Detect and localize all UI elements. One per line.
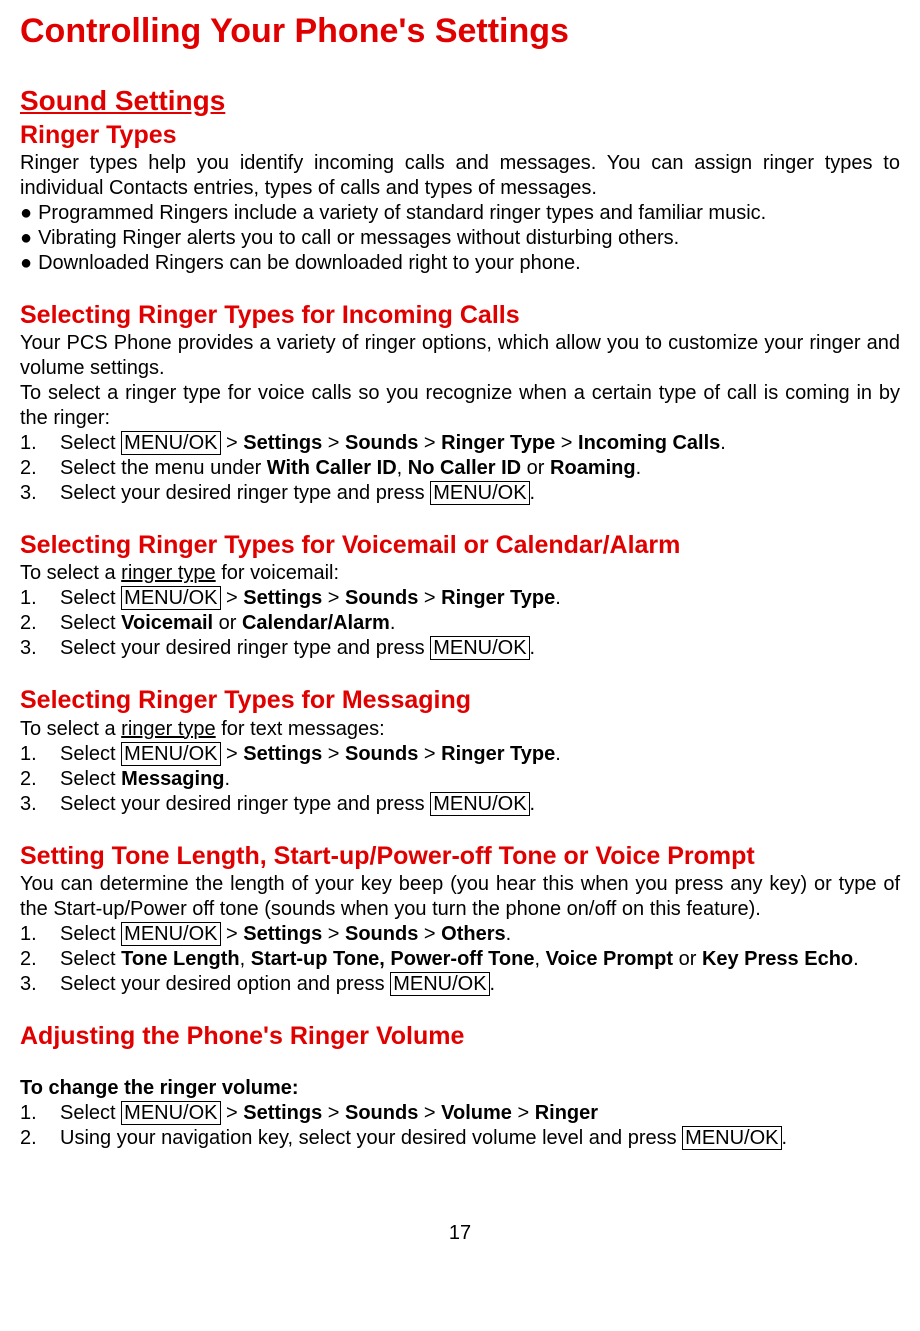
list-number: 2.	[20, 611, 60, 636]
messaging-heading: Selecting Ringer Types for Messaging	[20, 685, 900, 716]
list-number: 1.	[20, 742, 60, 767]
list-number: 2.	[20, 767, 60, 792]
list-number: 2.	[20, 1126, 60, 1151]
list-text: Select MENU/OK > Settings > Sounds > Rin…	[60, 431, 900, 456]
list-text: Select your desired option and press MEN…	[60, 972, 900, 997]
list-number: 3.	[20, 636, 60, 661]
volume-sub: To change the ringer volume:	[20, 1076, 900, 1101]
list-item: 2. Select Voicemail or Calendar/Alarm.	[20, 611, 900, 636]
incoming-calls-p2: To select a ringer type for voice calls …	[20, 381, 900, 431]
list-item: 3. Select your desired option and press …	[20, 972, 900, 997]
list-number: 1.	[20, 922, 60, 947]
list-text: Select Voicemail or Calendar/Alarm.	[60, 611, 900, 636]
menu-key: MENU/OK	[430, 792, 529, 816]
list-text: Select MENU/OK > Settings > Sounds > Rin…	[60, 742, 900, 767]
list-text: Select your desired ringer type and pres…	[60, 481, 900, 506]
list-number: 3.	[20, 972, 60, 997]
list-number: 1.	[20, 586, 60, 611]
list-text: Select your desired ringer type and pres…	[60, 792, 900, 817]
list-text: Select MENU/OK > Settings > Sounds > Oth…	[60, 922, 900, 947]
list-item: 1. Select MENU/OK > Settings > Sounds > …	[20, 922, 900, 947]
list-number: 1.	[20, 431, 60, 456]
page-number: 17	[20, 1221, 900, 1246]
list-item: 1. Select MENU/OK > Settings > Sounds > …	[20, 431, 900, 456]
menu-key: MENU/OK	[121, 742, 220, 766]
bullet-text: Downloaded Ringers can be downloaded rig…	[38, 251, 900, 276]
sound-settings-heading: Sound Settings	[20, 83, 900, 118]
list-item: 3. Select your desired ringer type and p…	[20, 636, 900, 661]
bullet-icon: ●	[20, 251, 32, 275]
list-number: 1.	[20, 1101, 60, 1126]
ringer-types-intro: Ringer types help you identify incoming …	[20, 151, 900, 201]
list-item: 2. Select Tone Length, Start-up Tone, Po…	[20, 947, 900, 972]
menu-key: MENU/OK	[121, 431, 220, 455]
bullet-item: ● Downloaded Ringers can be downloaded r…	[20, 251, 900, 276]
tone-heading: Setting Tone Length, Start-up/Power-off …	[20, 841, 900, 872]
list-number: 2.	[20, 947, 60, 972]
list-number: 3.	[20, 792, 60, 817]
list-text: Select Tone Length, Start-up Tone, Power…	[60, 947, 900, 972]
menu-key: MENU/OK	[430, 636, 529, 660]
list-text: Select MENU/OK > Settings > Sounds > Rin…	[60, 586, 900, 611]
tone-intro: You can determine the length of your key…	[20, 872, 900, 922]
bullet-item: ● Programmed Ringers include a variety o…	[20, 201, 900, 226]
menu-key: MENU/OK	[121, 586, 220, 610]
list-text: Select MENU/OK > Settings > Sounds > Vol…	[60, 1101, 900, 1126]
incoming-calls-heading: Selecting Ringer Types for Incoming Call…	[20, 300, 900, 331]
voicemail-intro: To select a ringer type for voicemail:	[20, 561, 900, 586]
incoming-calls-p1: Your PCS Phone provides a variety of rin…	[20, 331, 900, 381]
list-text: Select the menu under With Caller ID, No…	[60, 456, 900, 481]
bullet-item: ● Vibrating Ringer alerts you to call or…	[20, 226, 900, 251]
ringer-types-heading: Ringer Types	[20, 120, 900, 151]
list-text: Select Messaging.	[60, 767, 900, 792]
volume-heading: Adjusting the Phone's Ringer Volume	[20, 1021, 900, 1052]
list-item: 2. Select the menu under With Caller ID,…	[20, 456, 900, 481]
list-item: 1. Select MENU/OK > Settings > Sounds > …	[20, 1101, 900, 1126]
bullet-icon: ●	[20, 201, 32, 225]
list-item: 2. Using your navigation key, select you…	[20, 1126, 900, 1151]
list-text: Select your desired ringer type and pres…	[60, 636, 900, 661]
list-item: 1. Select MENU/OK > Settings > Sounds > …	[20, 742, 900, 767]
menu-key: MENU/OK	[430, 481, 529, 505]
menu-key: MENU/OK	[121, 1101, 220, 1125]
list-item: 2. Select Messaging.	[20, 767, 900, 792]
list-item: 1. Select MENU/OK > Settings > Sounds > …	[20, 586, 900, 611]
list-text: Using your navigation key, select your d…	[60, 1126, 900, 1151]
list-item: 3. Select your desired ringer type and p…	[20, 481, 900, 506]
bullet-text: Vibrating Ringer alerts you to call or m…	[38, 226, 900, 251]
page-title: Controlling Your Phone's Settings	[20, 10, 900, 53]
list-item: 3. Select your desired ringer type and p…	[20, 792, 900, 817]
list-number: 2.	[20, 456, 60, 481]
messaging-intro: To select a ringer type for text message…	[20, 717, 900, 742]
menu-key: MENU/OK	[390, 972, 489, 996]
menu-key: MENU/OK	[121, 922, 220, 946]
menu-key: MENU/OK	[682, 1126, 781, 1150]
voicemail-heading: Selecting Ringer Types for Voicemail or …	[20, 530, 900, 561]
list-number: 3.	[20, 481, 60, 506]
bullet-icon: ●	[20, 226, 32, 250]
bullet-text: Programmed Ringers include a variety of …	[38, 201, 900, 226]
